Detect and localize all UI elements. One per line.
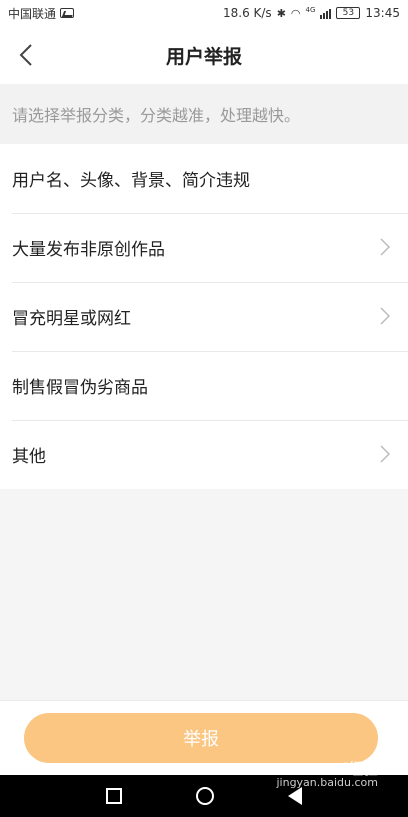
category-item-profile-violation[interactable]: 用户名、头像、背景、简介违规 (0, 144, 408, 213)
activity-icon (60, 8, 75, 18)
clock: 13:45 (365, 6, 400, 20)
chevron-left-icon (19, 44, 32, 66)
recent-apps-icon[interactable] (106, 788, 122, 804)
header: 用户举报 (0, 26, 408, 84)
network-type: 4G (305, 6, 316, 14)
network-speed: 18.6 K/s (222, 6, 272, 20)
category-item-non-original[interactable]: 大量发布非原创作品 (0, 213, 408, 282)
battery-level: 53 (342, 8, 355, 18)
list-item-label: 大量发布非原创作品 (12, 240, 165, 260)
back-button[interactable] (6, 35, 46, 75)
status-left: 中国联通 (8, 5, 75, 22)
status-right: 18.6 K/s ✱ ◠ 4G 53 13:45 (223, 6, 400, 20)
page-title: 用户举报 (165, 45, 242, 68)
watermark-logo: Bai经验 (321, 760, 378, 778)
list-item-label: 用户名、头像、背景、简介违规 (12, 171, 250, 191)
category-item-impersonation[interactable]: 冒充明星或网红 (0, 282, 408, 351)
list-item-label: 冒充明星或网红 (12, 309, 131, 329)
signal-bars-icon (320, 8, 332, 19)
list-item-label: 其他 (12, 447, 46, 467)
carrier-name: 中国联通 (8, 6, 57, 21)
battery-icon: 53 (336, 7, 361, 19)
category-hint: 请选择举报分类，分类越准，处理越快。 (0, 84, 408, 144)
list-item-label: 制售假冒伪劣商品 (12, 378, 148, 398)
category-item-other[interactable]: 其他 (0, 420, 408, 489)
category-item-counterfeit[interactable]: 制售假冒伪劣商品 (0, 351, 408, 420)
chevron-right-icon (380, 445, 390, 463)
home-icon[interactable] (196, 787, 214, 805)
chevron-right-icon (380, 238, 390, 256)
watermark: Bai经验 jingyan.baidu.com (276, 762, 378, 790)
bluetooth-icon: ✱ (276, 6, 286, 20)
screen: 中国联通 18.6 K/s ✱ ◠ 4G 53 13:45 用户举报 请选择举报… (0, 0, 408, 817)
wifi-icon: ◠ (290, 6, 301, 20)
status-bar: 中国联通 18.6 K/s ✱ ◠ 4G 53 13:45 (0, 0, 408, 26)
watermark-url: jingyan.baidu.com (276, 776, 378, 789)
report-button[interactable]: 举报 (24, 713, 378, 763)
chevron-right-icon (380, 307, 390, 325)
report-category-list: 用户名、头像、背景、简介违规 大量发布非原创作品 冒充明星或网红 制售假冒伪劣商… (0, 144, 408, 489)
